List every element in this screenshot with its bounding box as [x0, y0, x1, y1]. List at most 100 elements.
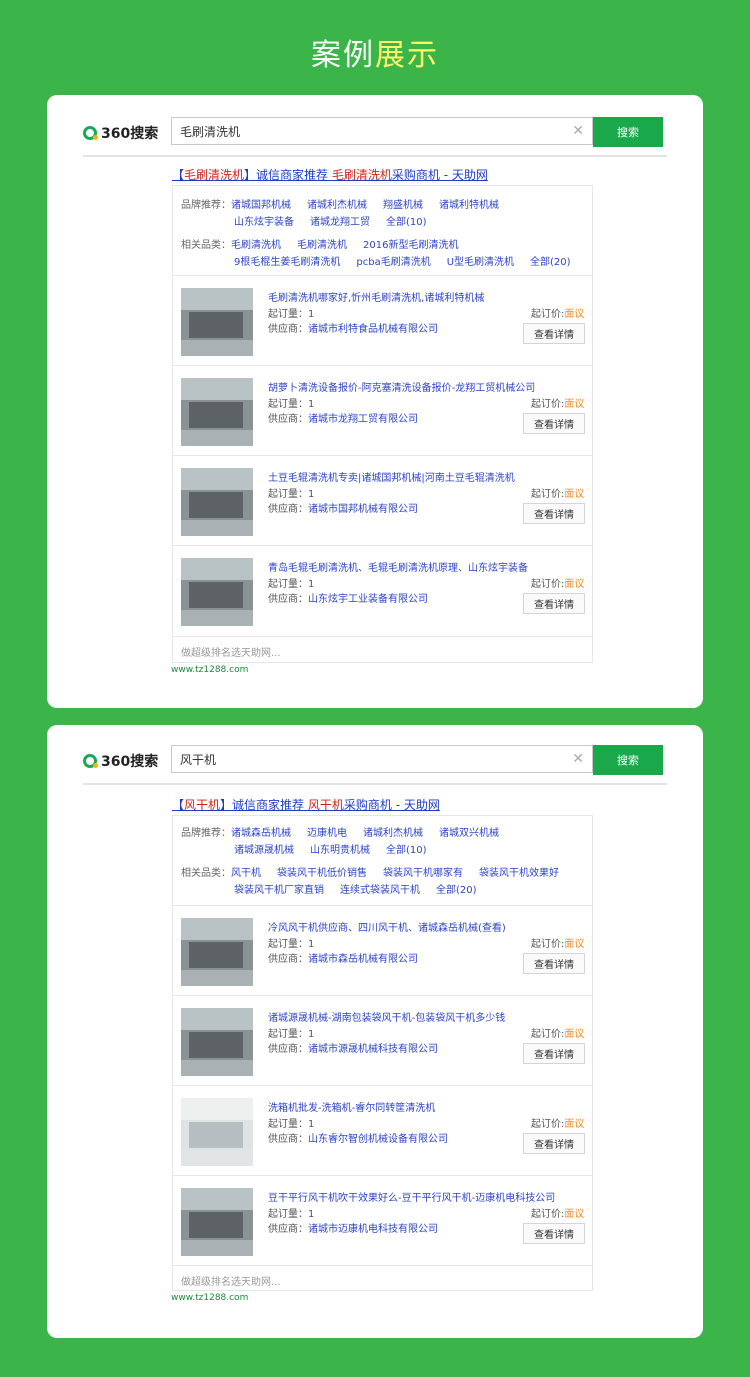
brand-link[interactable]: 诸城源晟机械	[234, 845, 294, 856]
brand-link[interactable]: 翔盛机械	[383, 200, 423, 211]
site-url[interactable]: www.tz1288.com	[171, 1293, 248, 1303]
product-image[interactable]	[181, 468, 253, 536]
related-link[interactable]: 2016新型毛刷清洗机	[363, 240, 458, 251]
product-supplier: 供应商：诸城市国邦机械有限公司	[268, 504, 418, 515]
page-title-part2: 展示	[375, 38, 439, 73]
product-item: 毛刷清洗机哪家好,忻州毛刷清洗机,诸城利特机械 起订量：1 供应商：诸城市利特食…	[173, 275, 592, 366]
view-details-button[interactable]: 查看详情	[523, 593, 585, 614]
related-link[interactable]: pcba毛刷清洗机	[356, 257, 430, 268]
product-item: 冷风风干机供应商、四川风干机、诸城森岳机械(查看) 起订量：1 供应商：诸城市森…	[173, 905, 592, 996]
product-price: 起订价:面议	[531, 1209, 585, 1220]
brand-row: 品牌推荐：诸城国邦机械 诸城利杰机械 翔盛机械 诸城利特机械	[181, 200, 499, 211]
related-link[interactable]: 连续式袋装风干机	[340, 885, 420, 896]
related-link[interactable]: 风干机	[231, 868, 261, 879]
related-link[interactable]: 全部(20)	[436, 885, 477, 896]
product-price: 起订价:面议	[531, 1029, 585, 1040]
product-image[interactable]	[181, 1188, 253, 1256]
brand-link[interactable]: 山东明贵机械	[310, 845, 370, 856]
related-link[interactable]: 全部(20)	[530, 257, 571, 268]
search-button[interactable]: 搜索	[593, 117, 663, 147]
view-details-button[interactable]: 查看详情	[523, 953, 585, 974]
360-logo-icon	[83, 126, 98, 140]
search-button[interactable]: 搜索	[593, 745, 663, 775]
search-input-box[interactable]: ✕	[171, 117, 593, 145]
view-details-button[interactable]: 查看详情	[523, 1223, 585, 1244]
brand-link[interactable]: 诸城国邦机械	[231, 200, 291, 211]
brand-link[interactable]: 迈康机电	[307, 828, 347, 839]
brand-row: 山东炫宇装备 诸城龙翔工贸 全部(10)	[234, 213, 427, 228]
product-title-link[interactable]: 冷风风干机供应商、四川风干机、诸城森岳机械(查看)	[268, 919, 506, 934]
related-row: 相关品类：风干机 袋装风干机低价销售 袋装风干机哪家有 袋装风干机效果好	[181, 868, 559, 879]
view-details-button[interactable]: 查看详情	[523, 1043, 585, 1064]
related-link[interactable]: 毛刷清洗机	[297, 240, 347, 251]
related-row: 相关品类：毛刷清洗机 毛刷清洗机 2016新型毛刷清洗机	[181, 240, 459, 251]
product-moq: 起订量：1	[268, 1029, 315, 1040]
related-row: 袋装风干机厂家直销 连续式袋装风干机 全部(20)	[234, 881, 477, 896]
product-title-link[interactable]: 诸城源晟机械-湖南包装袋风干机-包装袋风干机多少钱	[268, 1009, 505, 1024]
related-link[interactable]: U型毛刷清洗机	[447, 257, 514, 268]
brand-link[interactable]: 诸城利杰机械	[363, 828, 423, 839]
product-price: 起订价:面议	[531, 399, 585, 410]
brand-link[interactable]: 诸城森岳机械	[231, 828, 291, 839]
brand-row: 诸城源晟机械 山东明贵机械 全部(10)	[234, 841, 427, 856]
brand-link[interactable]: 全部(10)	[386, 845, 427, 856]
view-details-button[interactable]: 查看详情	[523, 1133, 585, 1154]
product-title-link[interactable]: 豆干平行风干机吹干效果好么-豆干平行风干机-迈康机电科技公司	[268, 1189, 555, 1204]
logo-360: 360搜索	[83, 751, 158, 771]
product-image[interactable]	[181, 918, 253, 986]
product-price: 起订价:面议	[531, 309, 585, 320]
product-image[interactable]	[181, 288, 253, 356]
clear-icon[interactable]: ✕	[572, 123, 584, 139]
ad-title-link[interactable]: 【风干机】诚信商家推荐 风干机采购商机 - 天助网	[172, 796, 440, 813]
product-title-link[interactable]: 土豆毛辊清洗机专卖|诸城国邦机械|河南土豆毛辊清洗机	[268, 469, 515, 484]
product-title-link[interactable]: 洗箱机批发-洗箱机-睿尔同转筐清洗机	[268, 1099, 435, 1114]
brand-link[interactable]: 诸城双兴机械	[439, 828, 499, 839]
product-supplier: 供应商：山东睿尔智创机械设备有限公司	[268, 1134, 448, 1145]
related-link[interactable]: 毛刷清洗机	[231, 240, 281, 251]
related-link[interactable]: 袋装风干机低价销售	[277, 868, 367, 879]
view-details-button[interactable]: 查看详情	[523, 413, 585, 434]
search-input[interactable]	[172, 118, 568, 144]
related-link[interactable]: 袋装风干机哪家有	[383, 868, 463, 879]
product-item: 洗箱机批发-洗箱机-睿尔同转筐清洗机 起订量：1 供应商：山东睿尔智创机械设备有…	[173, 1085, 592, 1176]
product-title-link[interactable]: 毛刷清洗机哪家好,忻州毛刷清洗机,诸城利特机械	[268, 289, 484, 304]
product-supplier: 供应商：诸城市源晟机械科技有限公司	[268, 1044, 438, 1055]
product-item: 土豆毛辊清洗机专卖|诸城国邦机械|河南土豆毛辊清洗机 起订量：1 供应商：诸城市…	[173, 455, 592, 546]
product-item: 青岛毛辊毛刷清洗机、毛辊毛刷清洗机原理、山东炫宇装备 起订量：1 供应商：山东炫…	[173, 545, 592, 636]
ad-title-link[interactable]: 【毛刷清洗机】诚信商家推荐 毛刷清洗机采购商机 - 天助网	[172, 166, 488, 183]
divider	[83, 155, 667, 157]
divider	[83, 783, 667, 785]
brand-link[interactable]: 全部(10)	[386, 217, 427, 228]
search-input-box[interactable]: ✕	[171, 745, 593, 773]
product-moq: 起订量：1	[268, 1119, 315, 1130]
ad-footer[interactable]: 做超级排名选天助网...	[173, 636, 592, 664]
product-image[interactable]	[181, 1008, 253, 1076]
brand-link[interactable]: 诸城利杰机械	[307, 200, 367, 211]
product-moq: 起订量：1	[268, 579, 315, 590]
clear-icon[interactable]: ✕	[572, 751, 584, 767]
ad-footer[interactable]: 做超级排名选天助网...	[173, 1265, 592, 1293]
product-image[interactable]	[181, 558, 253, 626]
product-title-link[interactable]: 青岛毛辊毛刷清洗机、毛辊毛刷清洗机原理、山东炫宇装备	[268, 559, 528, 574]
product-item: 诸城源晟机械-湖南包装袋风干机-包装袋风干机多少钱 起订量：1 供应商：诸城市源…	[173, 995, 592, 1086]
product-price: 起订价:面议	[531, 579, 585, 590]
view-details-button[interactable]: 查看详情	[523, 503, 585, 524]
product-item: 豆干平行风干机吹干效果好么-豆干平行风干机-迈康机电科技公司 起订量：1 供应商…	[173, 1175, 592, 1266]
related-link[interactable]: 袋装风干机效果好	[479, 868, 559, 879]
product-image[interactable]	[181, 378, 253, 446]
site-url[interactable]: www.tz1288.com	[171, 665, 248, 675]
product-price: 起订价:面议	[531, 489, 585, 500]
logo-text: 360搜索	[101, 754, 159, 770]
view-details-button[interactable]: 查看详情	[523, 323, 585, 344]
brand-link[interactable]: 山东炫宇装备	[234, 217, 294, 228]
product-title-link[interactable]: 胡萝卜清洗设备报价-阿克塞清洗设备报价-龙翔工贸机械公司	[268, 379, 535, 394]
product-image[interactable]	[181, 1098, 253, 1166]
brand-link[interactable]: 诸城龙翔工贸	[310, 217, 370, 228]
brand-row: 品牌推荐：诸城森岳机械 迈康机电 诸城利杰机械 诸城双兴机械	[181, 828, 499, 839]
related-link[interactable]: 袋装风干机厂家直销	[234, 885, 324, 896]
product-supplier: 供应商：诸城市利特食品机械有限公司	[268, 324, 438, 335]
search-input[interactable]	[172, 746, 568, 772]
related-link[interactable]: 9根毛棍生姜毛刷清洗机	[234, 257, 340, 268]
product-supplier: 供应商：诸城市森岳机械有限公司	[268, 954, 418, 965]
brand-link[interactable]: 诸城利特机械	[439, 200, 499, 211]
